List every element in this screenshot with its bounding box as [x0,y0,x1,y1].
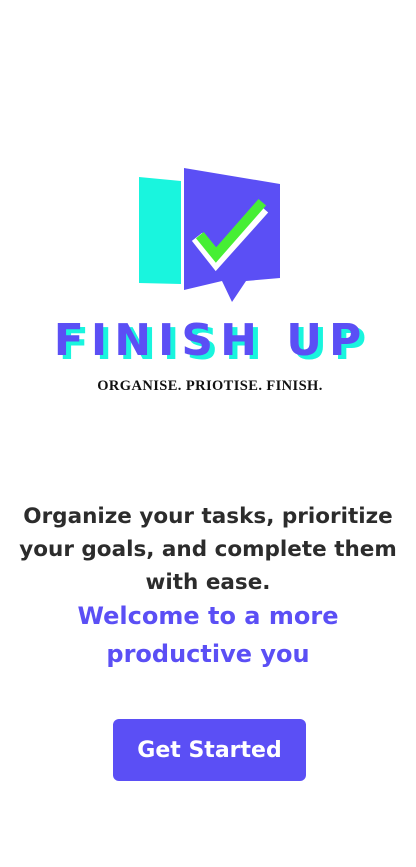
brand-wordmark: FINISH UP [54,315,368,366]
welcome-headline: Welcome to a more productive you [77,602,339,668]
logo-graphic: FINISH UP FINISH UP ORGANISE. PRIOTISE. … [54,168,368,394]
cyan-panel-shape [139,177,181,284]
app-logo: FINISH UP FINISH UP ORGANISE. PRIOTISE. … [0,160,416,400]
get-started-button[interactable]: Get Started [113,719,306,781]
intro-text: Organize your tasks, prioritize your goa… [19,504,397,595]
brand-tagline: ORGANISE. PRIOTISE. FINISH. [97,378,323,394]
